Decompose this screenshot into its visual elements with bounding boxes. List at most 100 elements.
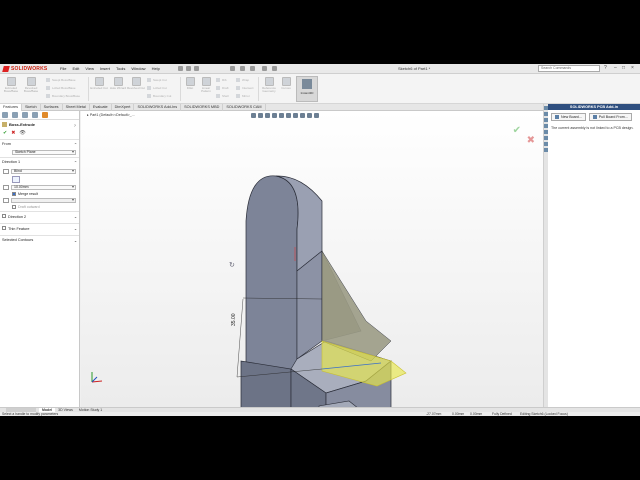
instant3d-button[interactable]: Instant3D [296,76,318,102]
board-icon [555,115,559,119]
from-section[interactable]: From ⌃ [0,139,79,149]
menu-file[interactable]: File [60,66,66,71]
selected-contours-section[interactable]: Selected Contours ⌄ [0,235,79,245]
curves-icon [281,77,291,86]
tab-dimxpert[interactable]: DimXpert [112,104,135,111]
ok-icon[interactable]: ✔ [3,130,7,136]
rib-icon [216,78,220,82]
ok-cancel-row: ✔ ✖ 👁 [0,129,79,137]
tab-cam[interactable]: SOLIDWORKS CAM [223,104,266,111]
feature-title: Boss-Extrude [0,120,79,129]
wrap-button[interactable]: Wrap [236,78,249,82]
tab-surfaces[interactable]: Surfaces [41,104,63,111]
cancel-icon[interactable]: ✖ [11,130,15,136]
minimize-icon[interactable]: – [614,65,617,71]
mirror-button[interactable]: Mirror [236,94,250,98]
solidworks-logo[interactable]: SOLIDWORKS [2,65,48,73]
preview-icon[interactable]: 👁 [19,130,25,136]
draft-button[interactable]: Draft [216,86,229,90]
manager-tabs [0,111,79,120]
graphics-area[interactable]: ▸ Part1 (Default<<Default>_... ✔ ✖ ↻ 35.… [81,111,543,407]
depth-input[interactable]: 10.00mm [11,185,76,190]
direction-selection-box[interactable] [12,176,20,183]
tab-mbd[interactable]: SOLIDWORKS MBD [181,104,224,111]
merge-result-checkbox[interactable] [12,192,16,196]
draft-angle-input[interactable] [11,198,76,203]
menu-view[interactable]: View [85,66,94,71]
rebuild-icon[interactable] [262,66,267,71]
end-condition-dropdown[interactable]: Blind [11,169,76,174]
menu-bar: File Edit View Insert Tools Window Help [60,66,166,71]
tab-features[interactable]: Features [0,104,22,111]
tab-sketch[interactable]: Sketch [22,104,41,111]
depth-row: 10.00mm [3,185,76,190]
draft-outward-checkbox[interactable] [12,205,16,209]
linear-pattern-button[interactable]: Linear Pattern [197,77,215,94]
extruded-boss-button[interactable]: Extruded Boss/Base [2,77,20,94]
menu-window[interactable]: Window [131,66,145,71]
direction2-checkbox[interactable] [2,214,6,218]
maximize-icon[interactable]: □ [622,65,625,71]
hole-wizard-button[interactable]: Hole Wizard [109,77,127,90]
direction1-section[interactable]: Direction 1 ⌃ [0,157,79,167]
new-document-icon[interactable] [178,66,183,71]
extrude-icon [6,77,16,86]
extruded-cut-button[interactable]: Extruded Cut [90,77,108,90]
dimension-value[interactable]: 35.00 [231,313,237,326]
draft-toggle-icon[interactable] [3,198,9,203]
dimxpert-manager-icon[interactable] [32,112,38,118]
property-manager-icon[interactable] [12,112,18,118]
curves-button[interactable]: Curves [277,77,295,90]
shell-button[interactable]: Shell [216,94,229,98]
configuration-manager-icon[interactable] [22,112,28,118]
rib-button[interactable]: Rib [216,78,227,82]
thin-feature-section[interactable]: Thin Feature ⌄ [0,223,79,233]
reverse-direction-icon[interactable] [3,169,9,174]
feature-manager-icon[interactable] [2,112,8,118]
print-icon[interactable] [230,66,235,71]
reference-triad [91,372,103,383]
intersect-button[interactable]: Intersect [236,86,254,90]
close-icon[interactable]: × [631,65,634,71]
undo-icon[interactable] [240,66,245,71]
revolve-icon [26,77,36,86]
search-commands-input[interactable]: Search Commands [538,65,600,72]
menu-edit[interactable]: Edit [72,66,79,71]
tab-addins[interactable]: SOLIDWORKS Add-Ins [134,104,182,111]
linear-pattern-icon [201,77,211,86]
menu-insert[interactable]: Insert [100,66,110,71]
revolved-boss-button[interactable]: Revolved Boss/Base [22,77,40,94]
status-z: 0.00mm [470,412,483,416]
open-icon[interactable] [186,66,191,71]
lofted-cut-button[interactable]: Lofted Cut [147,86,167,90]
help-icon[interactable]: ? [74,123,76,128]
thin-feature-checkbox[interactable] [2,226,6,230]
from-dropdown[interactable]: Sketch Plane [12,150,76,155]
direction2-section[interactable]: Direction 2 ⌄ [0,211,79,221]
save-icon[interactable] [194,66,199,71]
select-icon[interactable] [250,66,255,71]
logo-text: SOLIDWORKS [11,66,48,72]
loft-icon [46,86,50,90]
revolved-cut-button[interactable]: Revolved Cut [127,77,145,90]
pull-board-button[interactable]: Pull Board From... [588,113,632,121]
expand-icon: ⌄ [73,239,77,243]
tab-evaluate[interactable]: Evaluate [90,104,112,111]
new-board-button[interactable]: New Board... [551,113,586,121]
swept-boss-button[interactable]: Swept Boss/Base [46,78,76,82]
menu-tools[interactable]: Tools [116,66,125,71]
boundary-cut-button[interactable]: Boundary Cut [147,94,171,98]
lofted-boss-button[interactable]: Lofted Boss/Base [46,86,76,90]
display-manager-icon[interactable] [42,112,48,118]
tab-sheet-metal[interactable]: Sheet Metal [63,104,90,111]
swept-cut-button[interactable]: Swept Cut [147,78,167,82]
boundary-boss-button[interactable]: Boundary Boss/Base [46,94,80,98]
part-model[interactable] [81,111,543,407]
options-icon[interactable] [272,66,277,71]
reference-geometry-button[interactable]: Reference Geometry [260,77,278,94]
mirror-icon [236,94,240,98]
help-icon[interactable]: ? [604,65,607,71]
menu-help[interactable]: Help [152,66,160,71]
depth-icon [3,185,9,190]
intersect-icon [236,86,240,90]
